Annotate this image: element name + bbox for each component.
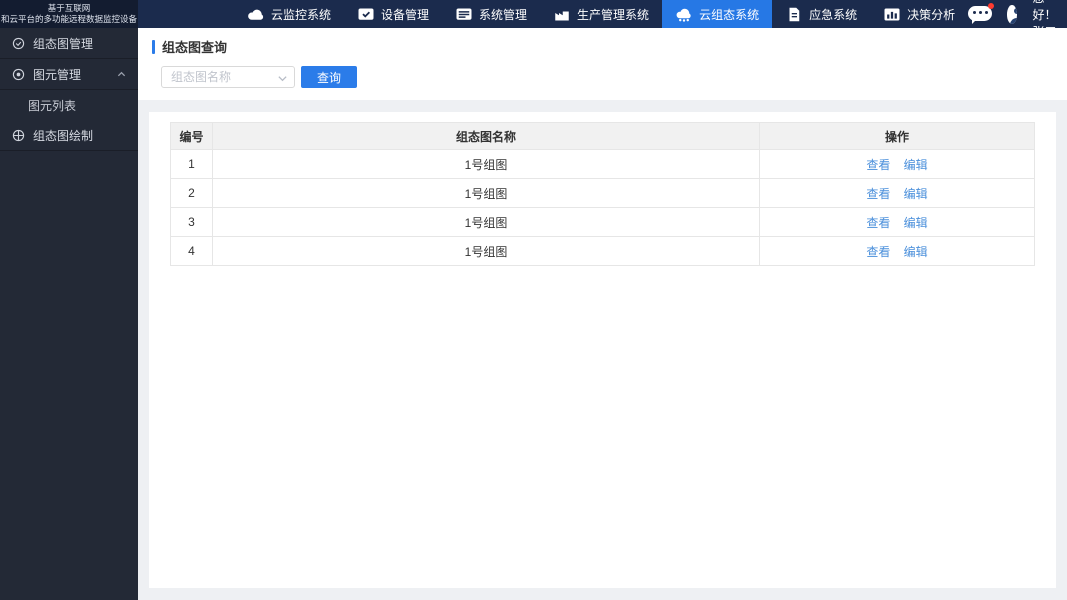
brand-line2: 和云平台的多功能远程数据监控设备 [0,14,137,24]
chevron-up-icon [117,70,126,79]
cloud-config-icon [675,7,693,22]
cell-actions: 查看 编辑 [759,149,1035,179]
user-avatar[interactable] [1007,4,1018,24]
table-header-row: 编号 组态图名称 操作 [170,122,1035,150]
system-list-icon [455,7,473,22]
brand-block: 基于互联网 和云平台的多功能远程数据监控设备 [0,0,138,28]
cell-id: 1 [170,149,213,179]
main-content: 组态图查询 查询 编号 [138,28,1067,600]
notification-badge [988,3,995,9]
chat-dots [973,11,989,14]
messages-icon[interactable] [968,3,995,24]
nav-label: 决策分析 [907,7,956,22]
nav-label: 云组态系统 [699,7,760,22]
analysis-chart-icon [883,7,901,22]
config-table: 编号 组态图名称 操作 1 1号组图 查看 编辑 2 1号组图 查看 编辑 3 … [170,122,1035,266]
query-button[interactable]: 查询 [301,66,357,88]
title-accent-bar [152,39,155,54]
sidebar-item-label: 组态图管理 [33,36,94,51]
edit-link[interactable]: 编辑 [904,245,928,259]
nav-item-device[interactable]: 设备管理 [344,0,442,28]
avatar-head [1013,7,1018,14]
edit-link[interactable]: 编辑 [904,216,928,230]
device-check-icon [357,7,375,22]
cell-name: 1号组图 [212,207,760,237]
page-title: 组态图查询 [152,37,1053,56]
nav-item-emergency[interactable]: 应急系统 [772,0,870,28]
config-name-input[interactable] [162,67,294,87]
page-title-text: 组态图查询 [162,40,228,55]
header-id: 编号 [170,122,213,150]
edit-link[interactable]: 编辑 [904,187,928,201]
cell-actions: 查看 编辑 [759,207,1035,237]
table-row: 4 1号组图 查看 编辑 [170,236,1035,266]
view-link[interactable]: 查看 [866,158,890,172]
sidebar-item-label: 图元管理 [33,67,82,82]
sidebar-item-config-chart-draw[interactable]: 组态图绘制 [0,120,138,151]
cloud-monitor-icon [247,7,265,22]
sidebar-item-label: 组态图绘制 [33,128,94,143]
sidebar-item-config-chart-management[interactable]: 组态图管理 [0,28,138,59]
nav-label: 云监控系统 [271,7,332,22]
config-management-icon [12,37,25,50]
cell-name: 1号组图 [212,236,760,266]
cell-actions: 查看 编辑 [759,236,1035,266]
view-link[interactable]: 查看 [866,187,890,201]
nav-item-cloud-config[interactable]: 云组态系统 [662,0,773,28]
nav-item-analysis[interactable]: 决策分析 [870,0,968,28]
topbar: 基于互联网 和云平台的多功能远程数据监控设备 云监控系统 设备管理 系统管理 生… [0,0,1067,39]
production-icon [553,7,571,22]
table-row: 1 1号组图 查看 编辑 [170,149,1035,179]
edit-link[interactable]: 编辑 [904,158,928,172]
nav-item-cloud-monitor[interactable]: 云监控系统 [234,0,344,28]
sidebar-item-element-list[interactable]: 图元列表 [0,90,138,120]
search-row: 查询 [152,66,1053,88]
nav-label: 应急系统 [809,7,858,22]
view-link[interactable]: 查看 [866,216,890,230]
cell-id: 3 [170,207,213,237]
topbar-right: 您好！张三 [968,0,1067,39]
query-panel: 组态图查询 查询 [138,28,1067,100]
config-draw-icon [12,129,25,142]
cell-name: 1号组图 [212,178,760,208]
sidebar-item-label: 图元列表 [28,98,77,113]
cell-id: 4 [170,236,213,266]
nav-item-production[interactable]: 生产管理系统 [540,0,662,28]
sidebar: 组态图管理 图元管理 图元列表 组态图绘制 [0,28,138,600]
avatar-shoulders [1009,17,1018,24]
emergency-doc-icon [785,7,803,22]
cell-actions: 查看 编辑 [759,178,1035,208]
config-name-select[interactable] [161,66,295,88]
nav-item-system[interactable]: 系统管理 [442,0,540,28]
table-row: 3 1号组图 查看 编辑 [170,207,1035,237]
nav-label: 生产管理系统 [577,7,650,22]
top-navigation: 云监控系统 设备管理 系统管理 生产管理系统 云组态系统 应急系统 决策分析 [234,0,968,28]
element-management-icon [12,68,25,81]
cell-id: 2 [170,178,213,208]
brand-line1: 基于互联网 [47,3,91,14]
view-link[interactable]: 查看 [866,245,890,259]
nav-label: 系统管理 [479,7,528,22]
table-row: 2 1号组图 查看 编辑 [170,178,1035,208]
header-name: 组态图名称 [212,122,760,150]
results-card: 编号 组态图名称 操作 1 1号组图 查看 编辑 2 1号组图 查看 编辑 3 … [149,112,1056,588]
body-row: 组态图管理 图元管理 图元列表 组态图绘制 组态图查询 组态图名称 查询 编号 … [0,28,1067,600]
nav-label: 设备管理 [381,7,430,22]
header-actions: 操作 [759,122,1035,150]
cell-name: 1号组图 [212,149,760,179]
app-root: 基于互联网 和云平台的多功能远程数据监控设备 云监控系统 设备管理 系统管理 生… [0,0,1067,600]
sidebar-item-element-management[interactable]: 图元管理 [0,59,138,90]
